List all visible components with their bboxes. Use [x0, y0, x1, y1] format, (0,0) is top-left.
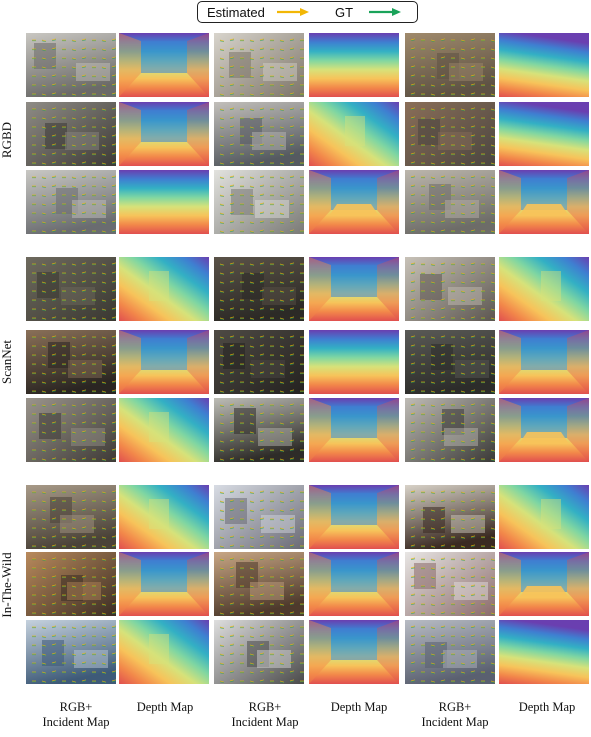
depth-map-image	[119, 620, 209, 684]
gt-arrow-icon	[369, 8, 401, 16]
rgb-incident-map-image	[214, 552, 304, 616]
rgb-incident-map-image	[405, 170, 495, 234]
depth-map-image	[309, 102, 399, 166]
depth-map-image	[119, 552, 209, 616]
group-label-rgbd: RGBD	[0, 121, 14, 159]
depth-map-image	[499, 485, 589, 549]
rgb-incident-map-image	[214, 257, 304, 321]
column-label: Depth Map	[330, 700, 388, 714]
rgb-incident-map-image	[26, 552, 116, 616]
rgb-incident-map-image	[405, 552, 495, 616]
rgb-incident-map-image	[26, 257, 116, 321]
rgb-incident-map-image	[26, 398, 116, 462]
rgb-incident-map-image	[405, 398, 495, 462]
depth-map-image	[309, 33, 399, 97]
rgb-incident-map-image	[26, 170, 116, 234]
rgb-incident-map-image	[405, 485, 495, 549]
depth-map-image	[309, 170, 399, 234]
depth-map-image	[499, 330, 589, 394]
depth-map-image	[499, 170, 589, 234]
group-label-scannet: ScanNet	[0, 339, 14, 385]
depth-map-image	[119, 330, 209, 394]
depth-map-image	[119, 33, 209, 97]
rgb-incident-map-image	[26, 102, 116, 166]
rgb-incident-map-image	[26, 330, 116, 394]
rgb-incident-map-image	[214, 330, 304, 394]
rgb-incident-map-image	[405, 33, 495, 97]
rgb-incident-map-image	[26, 485, 116, 549]
depth-map-image	[499, 552, 589, 616]
depth-map-image	[499, 398, 589, 462]
rgb-incident-map-image	[26, 620, 116, 684]
depth-map-image	[499, 257, 589, 321]
rgb-incident-map-image	[214, 33, 304, 97]
depth-map-image	[309, 398, 399, 462]
rgb-incident-map-image	[405, 257, 495, 321]
depth-map-image	[119, 170, 209, 234]
rgb-incident-map-image	[214, 620, 304, 684]
depth-map-image	[119, 257, 209, 321]
depth-map-image	[119, 398, 209, 462]
column-label: Depth Map	[136, 700, 194, 714]
depth-map-image	[119, 102, 209, 166]
rgb-incident-map-image	[26, 33, 116, 97]
figure: Estimated GT RGBD ScanNet In-The-Wild RG…	[0, 0, 591, 737]
depth-map-image	[499, 102, 589, 166]
depth-map-image	[309, 485, 399, 549]
column-label: RGB+ Incident Map	[421, 700, 489, 729]
depth-map-image	[309, 330, 399, 394]
depth-map-image	[499, 620, 589, 684]
rgb-incident-map-image	[214, 398, 304, 462]
rgb-incident-map-image	[405, 330, 495, 394]
rgb-incident-map-image	[214, 102, 304, 166]
legend-estimated-label: Estimated	[207, 5, 265, 20]
depth-map-image	[499, 33, 589, 97]
column-label: RGB+ Incident Map	[42, 700, 110, 729]
depth-map-image	[309, 552, 399, 616]
legend-gt-label: GT	[335, 5, 354, 20]
depth-map-image	[309, 620, 399, 684]
column-label: Depth Map	[518, 700, 576, 714]
group-label-in-the-wild: In-The-Wild	[0, 552, 14, 618]
column-label: RGB+ Incident Map	[231, 700, 299, 729]
legend: Estimated GT	[197, 1, 418, 23]
estimated-arrow-icon	[277, 8, 309, 16]
rgb-incident-map-image	[405, 620, 495, 684]
depth-map-image	[119, 485, 209, 549]
depth-map-image	[309, 257, 399, 321]
rgb-incident-map-image	[214, 170, 304, 234]
rgb-incident-map-image	[405, 102, 495, 166]
rgb-incident-map-image	[214, 485, 304, 549]
